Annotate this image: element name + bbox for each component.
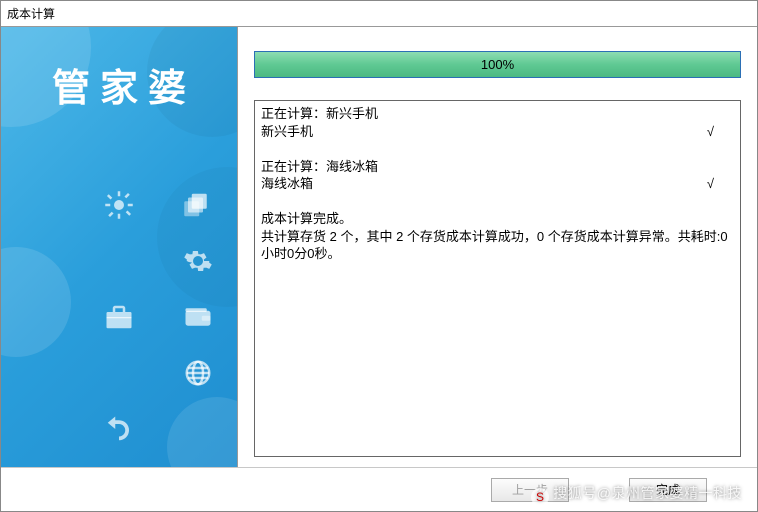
log-line: 成本计算完成。 <box>261 210 734 228</box>
layers-icon <box>183 190 213 220</box>
briefcase-icon <box>104 302 134 332</box>
previous-button[interactable]: 上一步 <box>491 478 569 502</box>
sidebar-banner: 管家婆 <box>1 27 238 467</box>
main-panel: 100% 正在计算：新兴手机新兴手机√ 正在计算：海线冰箱海线冰箱√ 成本计算完成。… <box>238 27 757 467</box>
undo-icon <box>104 414 134 444</box>
progress-bar: 100% <box>254 51 741 78</box>
checkmark-icon: √ <box>707 123 734 141</box>
wallet-icon <box>183 302 213 332</box>
log-line: 海线冰箱√ <box>261 175 734 193</box>
finish-button[interactable]: 完成 <box>629 478 707 502</box>
log-line: 正在计算：新兴手机 <box>261 105 734 123</box>
sun-icon <box>104 190 134 220</box>
globe-icon <box>183 358 213 388</box>
log-line: 共计算存货 2 个，其中 2 个存货成本计算成功，0 个存货成本计算异常。共耗时… <box>261 228 734 263</box>
log-line: 正在计算：海线冰箱 <box>261 158 734 176</box>
checkmark-icon: √ <box>707 175 734 193</box>
log-output[interactable]: 正在计算：新兴手机新兴手机√ 正在计算：海线冰箱海线冰箱√ 成本计算完成。共计算存货… <box>254 100 741 457</box>
gear-icon <box>183 246 213 276</box>
button-bar: 上一步 完成 <box>1 467 757 511</box>
decorative-icon-grid <box>1 177 237 457</box>
progress-label: 100% <box>255 52 740 77</box>
log-line: 新兴手机√ <box>261 123 734 141</box>
window-title: 成本计算 <box>1 1 757 26</box>
content-area: 管家婆 <box>1 26 757 467</box>
app-logo-text: 管家婆 <box>1 57 237 112</box>
